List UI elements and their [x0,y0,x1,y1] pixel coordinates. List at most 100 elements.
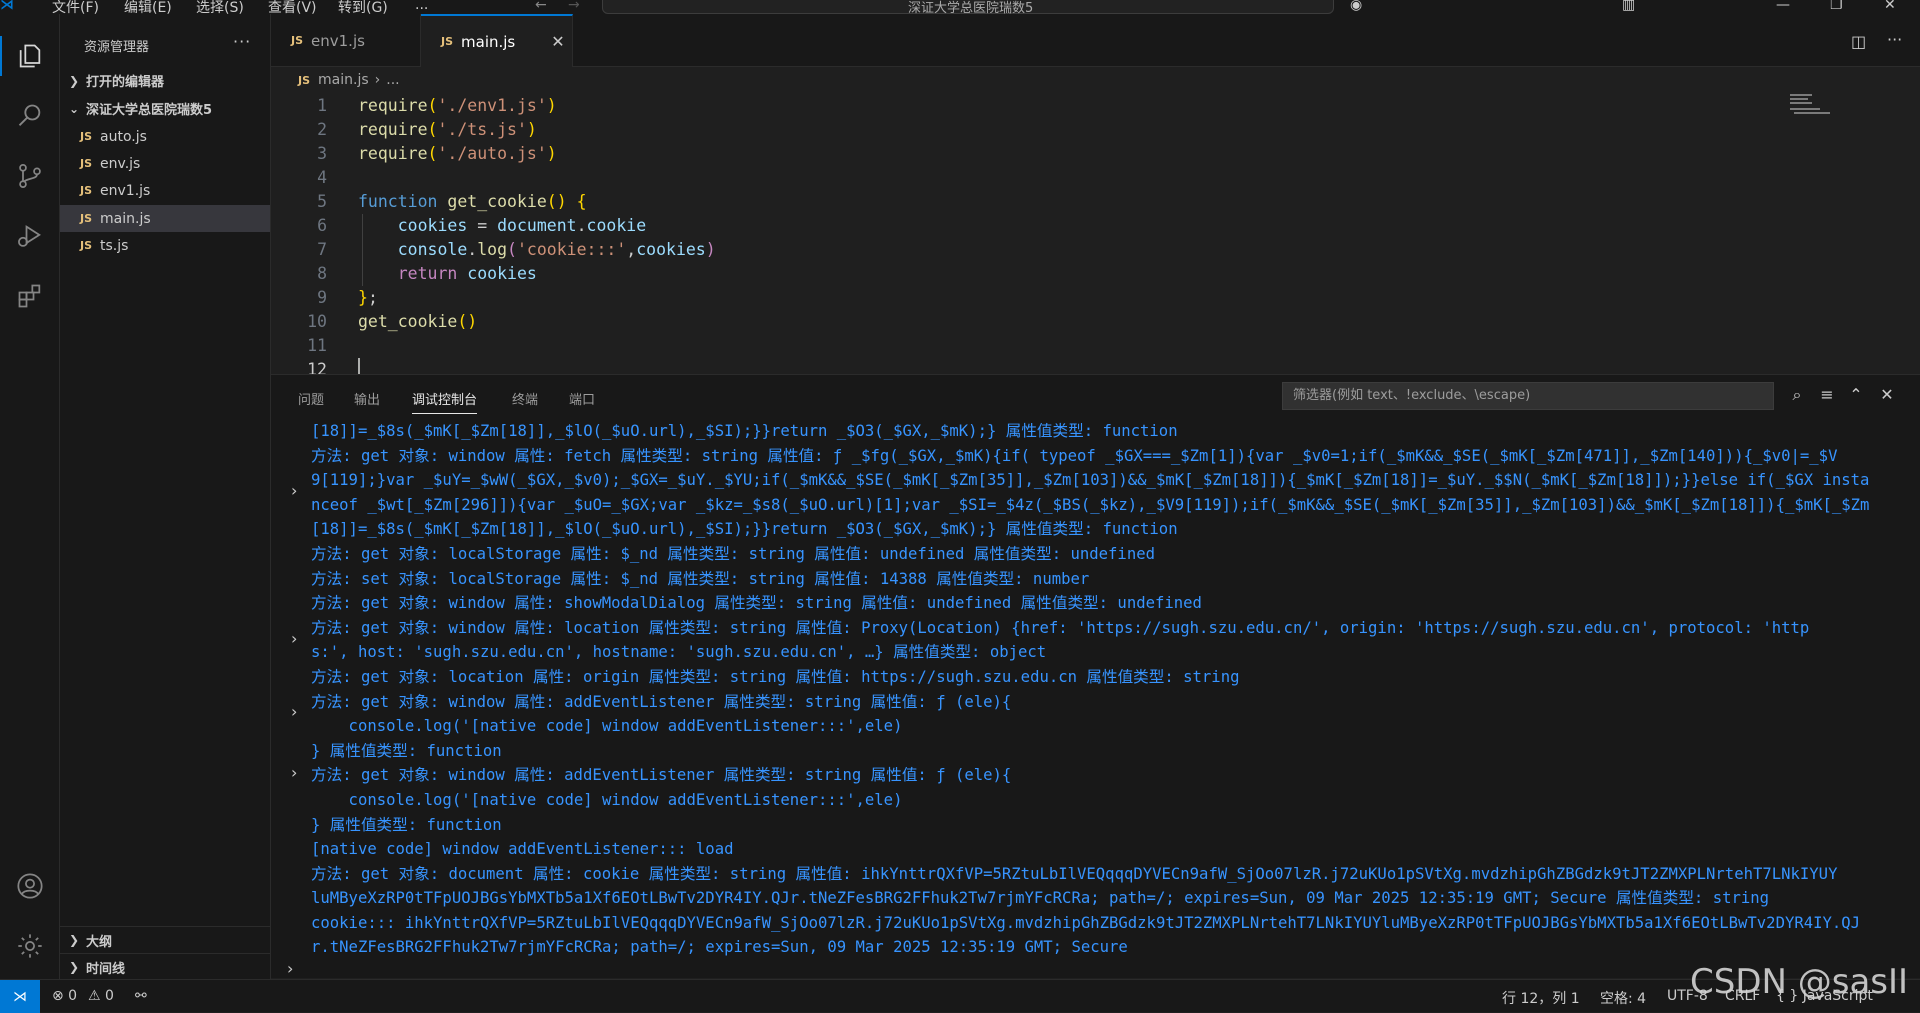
console-line: cookie::: ihkYnttrQXfVP=5RZtuLbIlVEQqqqD… [311,913,1861,932]
console-line: 方法: get 对象: document 属性: cookie 属性类型: st… [311,864,1838,883]
tab-ports[interactable]: 端口 [569,389,595,408]
line-number: 10 [307,312,327,331]
remote-indicator[interactable]: ⋊ [0,980,40,1013]
explorer-sidebar: 资源管理器 ··· ❯ 打开的编辑器 ⌄ 深证大学总医院瑞数5 JS auto.… [60,14,271,979]
broadcast-icon[interactable]: ⚯ [135,988,147,1004]
menu-view[interactable]: 查看(V) [268,0,317,14]
line-number: 3 [317,144,327,163]
breadcrumb-separator: › [374,72,381,88]
folder-section[interactable]: ⌄ 深证大学总医院瑞数5 [60,95,270,122]
console-line: 9[119];}var _$uY=_$wW(_$GX,_$v0);_$GX=_$… [311,471,1870,490]
outline-section[interactable]: ❯ 大纲 [60,926,270,953]
code-line: cookies = document.cookie [397,216,647,235]
expand-arrow-icon[interactable]: › [291,763,297,782]
explorer-more-icon[interactable]: ··· [233,32,251,51]
explorer-icon[interactable] [12,38,48,74]
file-item[interactable]: JS auto.js [60,123,270,150]
file-item[interactable]: JS env1.js [60,177,270,204]
console-line: [18]]=_$8s(_$mK[_$Zm[18]],_$lO(_$uO.url)… [311,422,1178,440]
code-line: require('./env1.js') [358,96,557,115]
close-panel-icon[interactable]: ✕ [1877,385,1897,405]
close-window-icon[interactable]: ✕ [1884,0,1896,13]
more-actions-icon[interactable]: ··· [1887,30,1902,49]
timeline-section[interactable]: ❯ 时间线 [60,953,270,980]
minimap[interactable] [1790,92,1835,122]
breadcrumb-file[interactable]: main.js [318,72,369,88]
extensions-icon[interactable] [12,278,48,314]
minimize-icon[interactable]: — [1776,0,1790,13]
line-number: 5 [317,192,327,211]
search-icon[interactable] [12,98,48,134]
layout-icon[interactable]: ▥ [1622,0,1635,13]
run-debug-icon[interactable] [12,218,48,254]
open-editors-section[interactable]: ❯ 打开的编辑器 [60,67,270,94]
menu-more[interactable]: ... [415,0,428,13]
back-arrow-icon[interactable]: ← [535,0,547,13]
settings-gear-icon[interactable] [12,928,48,964]
code-line: console.log('cookie:::',cookies) [397,240,716,259]
clear-console-icon[interactable]: ≡ [1817,385,1837,405]
command-center-search[interactable]: 深证大学总医院瑞数5 [602,0,1334,14]
menu-file[interactable]: 文件(F) [52,0,99,14]
line-number: 4 [317,168,327,187]
js-file-icon: JS [80,184,93,197]
chevron-down-icon: ⌄ [68,101,80,116]
cursor-position[interactable]: 行 12，列 1 [1502,988,1580,1008]
line-number: 1 [317,96,327,115]
active-indicator [0,36,2,76]
code-editor[interactable]: 1 2 3 4 5 6 7 8 9 10 11 12 require('./en… [271,92,1920,379]
expand-arrow-icon[interactable]: › [291,629,297,648]
js-file-icon: JS [80,130,93,143]
file-item[interactable]: JS env.js [60,150,270,177]
warnings-count[interactable]: ⚠ 0 [88,988,114,1004]
errors-count[interactable]: ⊗ 0 [52,988,77,1004]
breadcrumb-more[interactable]: ... [386,72,399,88]
code-line: function get_cookie() { [358,192,587,211]
tab-label: main.js [461,32,516,51]
console-prompt[interactable]: › [287,959,293,978]
breadcrumb: JS main.js › ... [298,72,400,88]
console-line: r.tNeZFesBRG2FFhuk2Tw7rjmYFcRCRa; path=/… [311,938,1128,957]
tab-debug-console[interactable]: 调试控制台 [412,389,478,414]
console-line: 方法: get 对象: window 属性: fetch 属性类型: strin… [311,446,1838,465]
search-icon[interactable]: ⌕ [1787,385,1807,405]
account-icon[interactable] [12,868,48,904]
js-file-icon: JS [441,35,454,48]
console-line: nceof _$wt[_$Zm[296]]){var _$uO=_$GX;var… [311,495,1870,514]
tab-env1[interactable]: JS env1.js [271,14,421,67]
menu-selection[interactable]: 选择(S) [196,0,244,14]
csdn-watermark: CSDN @sasⅠⅠ [1690,962,1909,1002]
bottom-panel: 问题 输出 调试控制台 终端 端口 筛选器(例如 text、!exclude、\… [271,374,1920,978]
console-line: console.log('[native code] window addEve… [311,717,903,736]
expand-arrow-icon[interactable]: › [291,481,297,500]
line-number: 9 [317,288,327,307]
file-item-selected[interactable]: JS main.js [60,205,270,232]
tab-terminal[interactable]: 终端 [512,389,538,408]
file-label: main.js [100,210,151,227]
chevron-right-icon: ❯ [68,960,80,974]
debug-console-output: [18]]=_$8s(_$mK[_$Zm[18]],_$lO(_$uO.url)… [311,419,1911,960]
file-item[interactable]: JS ts.js [60,232,270,259]
js-file-icon: JS [80,239,93,252]
menu-go[interactable]: 转到(G) [338,0,388,14]
tab-problems[interactable]: 问题 [298,389,324,408]
tab-output[interactable]: 输出 [354,389,380,408]
editor-tabs: JS env1.js JS main.js ✕ ◫ ··· [271,14,1920,67]
code-line: require('./ts.js') [358,120,537,139]
close-icon[interactable]: ✕ [551,32,564,51]
console-line: 方法: get 对象: window 属性: showModalDialog 属… [311,594,1202,613]
source-control-icon[interactable] [12,158,48,194]
console-filter-input[interactable]: 筛选器(例如 text、!exclude、\escape) [1282,382,1774,410]
forward-arrow-icon[interactable]: → [568,0,580,13]
console-line: s:', host: 'sugh.szu.edu.cn', hostname: … [311,643,1047,662]
split-editor-icon[interactable]: ◫ [1851,32,1866,51]
tab-main[interactable]: JS main.js ✕ [421,14,573,67]
console-line: 方法: get 对象: location 属性: origin 属性类型: st… [311,667,1240,686]
file-label: ts.js [100,237,129,254]
expand-arrow-icon[interactable]: › [291,702,297,721]
copilot-icon[interactable]: ◉ [1350,0,1362,13]
restore-icon[interactable]: ❐ [1830,0,1843,13]
indentation[interactable]: 空格: 4 [1600,988,1646,1008]
menu-edit[interactable]: 编辑(E) [124,0,172,14]
maximize-panel-icon[interactable]: ⌃ [1846,385,1866,405]
